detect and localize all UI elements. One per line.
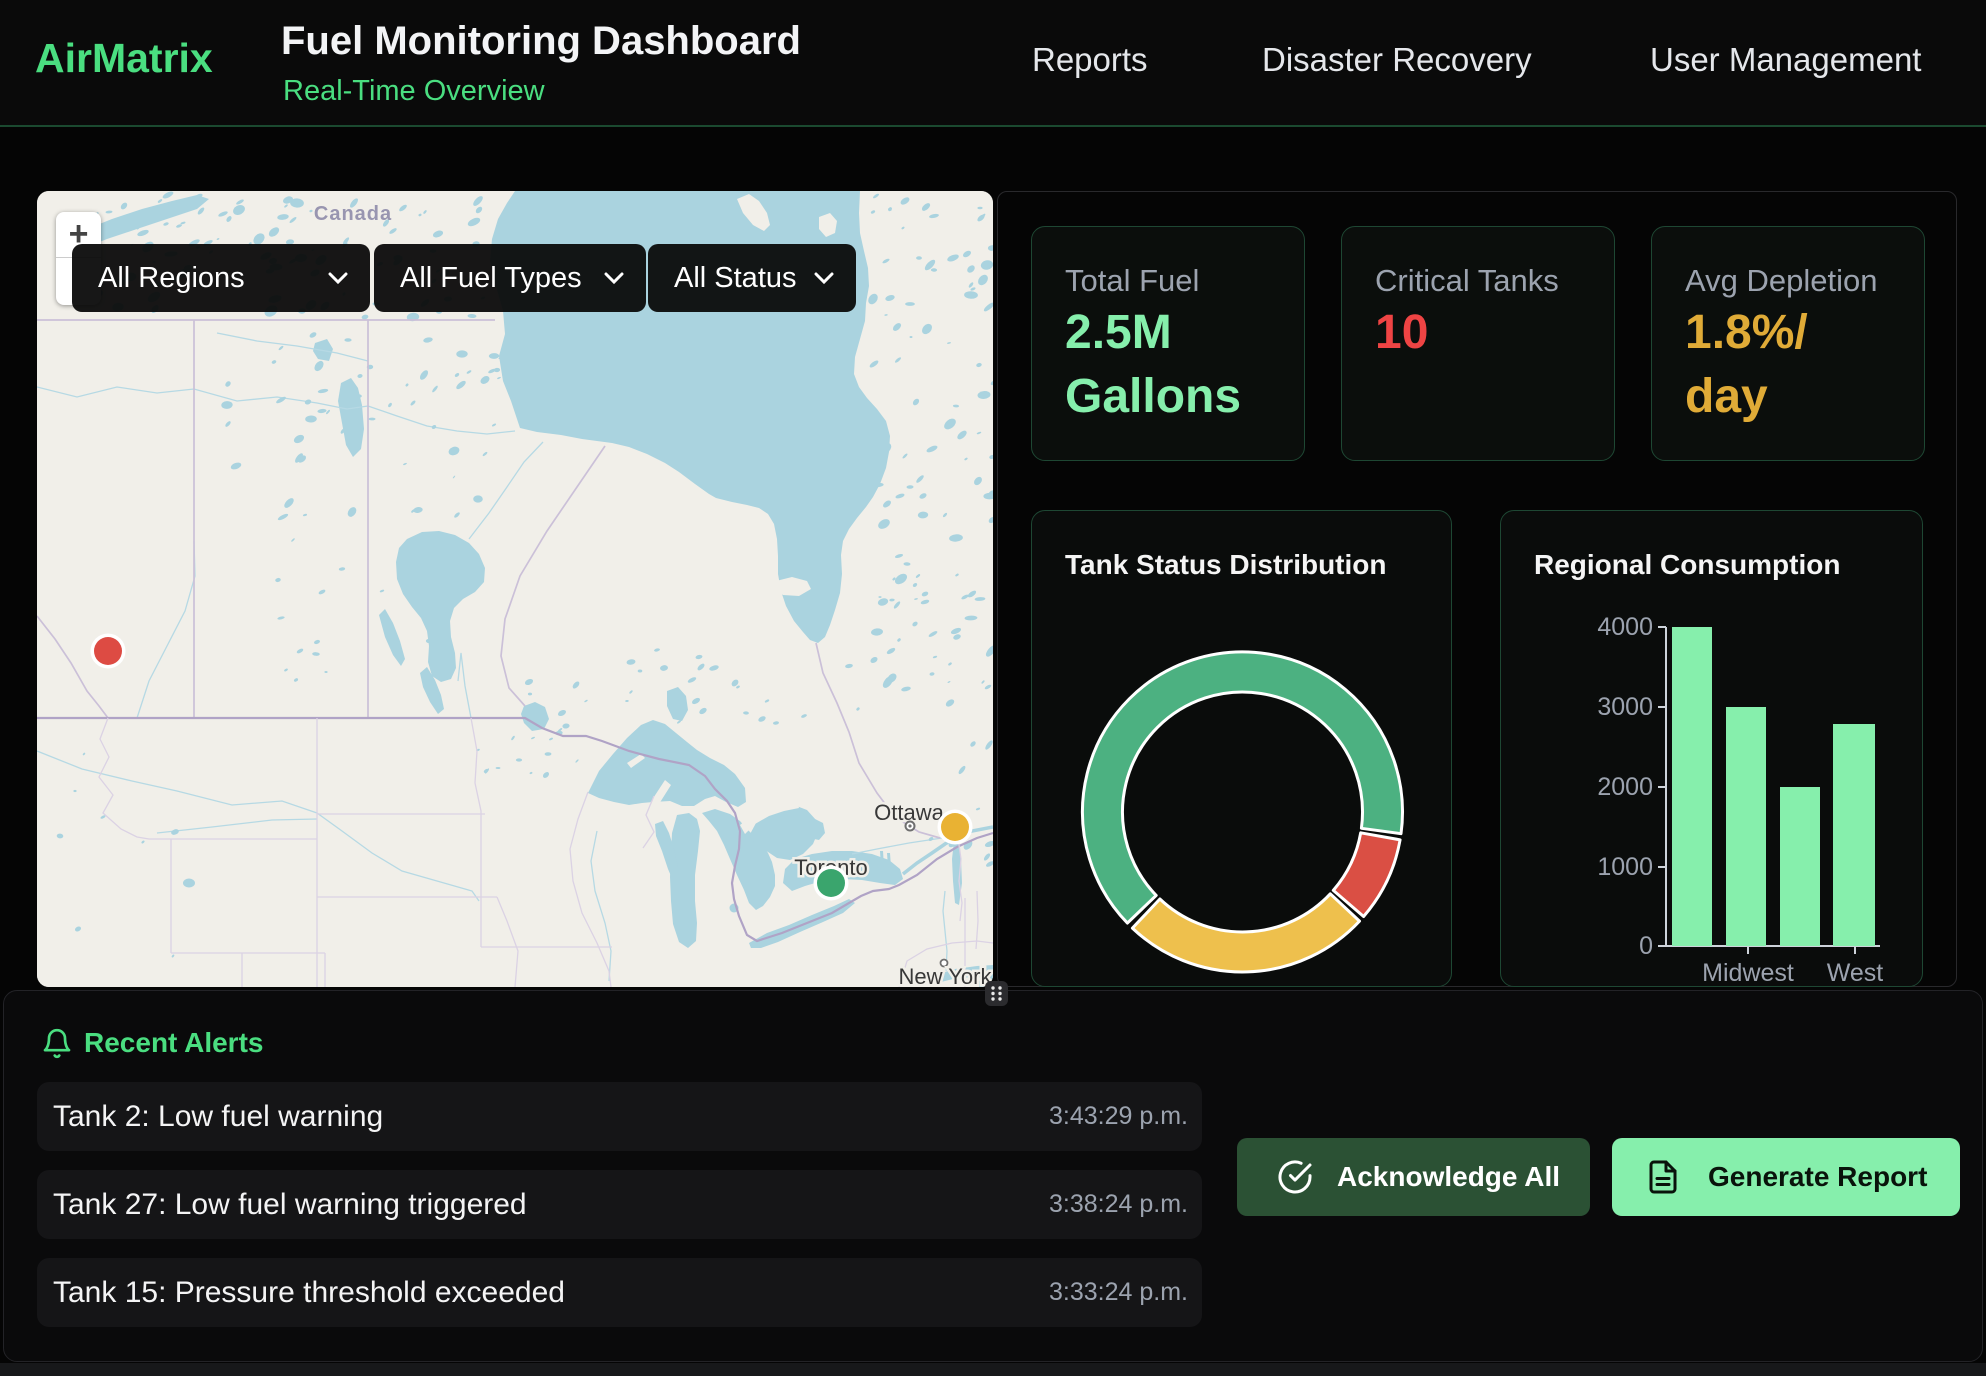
svg-text:New York: New York bbox=[899, 964, 993, 987]
svg-text:1000: 1000 bbox=[1597, 853, 1653, 881]
svg-text:0: 0 bbox=[1639, 932, 1653, 960]
svg-text:Canada: Canada bbox=[314, 203, 392, 225]
svg-text:2000: 2000 bbox=[1597, 773, 1653, 801]
svg-text:West: West bbox=[1827, 959, 1884, 987]
svg-text:Midwest: Midwest bbox=[1702, 959, 1794, 987]
svg-text:4000: 4000 bbox=[1597, 613, 1653, 641]
svg-text:3000: 3000 bbox=[1597, 693, 1653, 721]
